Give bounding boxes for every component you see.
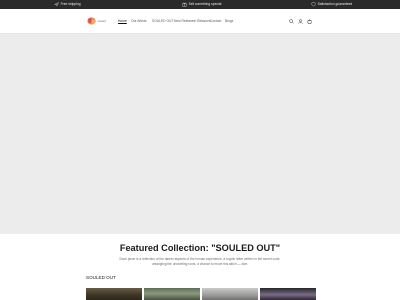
nav-new-releases[interactable]: New Releases/ Reissues	[174, 19, 211, 23]
header-icons	[289, 18, 312, 24]
search-icon[interactable]	[289, 18, 294, 24]
featured-description: Each piece is a reflection of the darker…	[119, 257, 281, 266]
featured-title: Featured Collection: "SOULED OUT"	[119, 243, 281, 253]
site-header: souled Home Our Artists SOULED OUT New R…	[0, 9, 400, 34]
nav-our-artists[interactable]: Our Artists	[131, 19, 146, 23]
logo-text: souled	[97, 19, 106, 23]
nav-blogs[interactable]: Blogs	[225, 19, 233, 23]
airplane-icon	[54, 2, 59, 7]
announcement-item: Sell something special	[182, 2, 221, 7]
logo[interactable]: souled	[87, 17, 106, 25]
collection-label[interactable]: SOULED OUT	[86, 275, 116, 280]
product-card[interactable]	[86, 288, 142, 300]
announcement-text: Satisfaction guaranteed	[317, 2, 353, 7]
account-icon[interactable]	[298, 18, 303, 24]
gift-icon	[182, 2, 187, 7]
announcement-item: Free shipping	[54, 2, 81, 7]
product-card[interactable]	[202, 288, 258, 300]
announcement-bar: Free shipping Sell something special Sat…	[0, 0, 400, 9]
hero-banner	[0, 34, 400, 234]
nav-souled-out[interactable]: SOULED OUT	[152, 19, 173, 23]
nav-home[interactable]: Home	[118, 19, 127, 23]
product-card[interactable]	[260, 288, 316, 300]
logo-icon	[87, 17, 96, 25]
shield-icon	[311, 2, 316, 7]
announcement-item: Satisfaction guaranteed	[311, 2, 352, 7]
announcement-text: Sell something special	[188, 2, 222, 7]
product-grid	[86, 288, 316, 300]
nav-contact[interactable]: Contact	[210, 19, 221, 23]
product-card[interactable]	[144, 288, 200, 300]
cart-icon[interactable]	[307, 19, 312, 24]
announcement-text: Free shipping	[60, 2, 81, 7]
